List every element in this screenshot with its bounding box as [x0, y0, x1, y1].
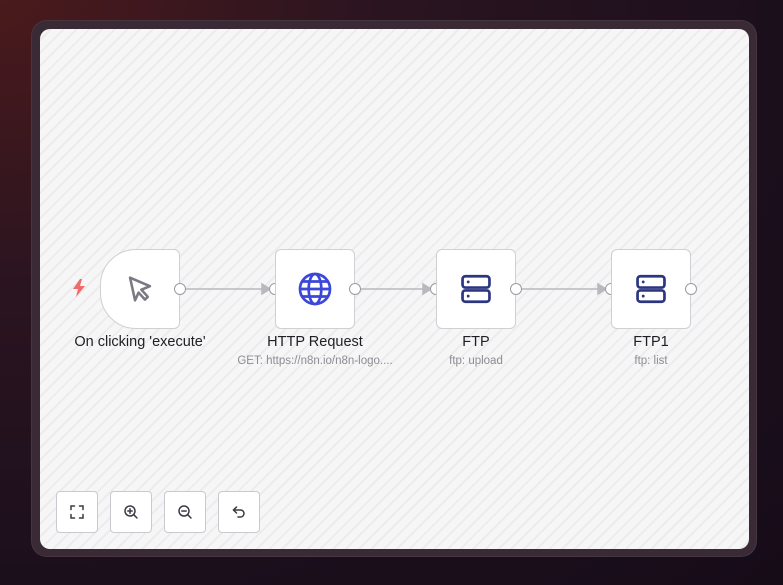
zoom-out-button[interactable] — [164, 491, 206, 533]
node-http-request[interactable] — [275, 249, 355, 329]
server-icon — [461, 274, 491, 304]
fit-view-button[interactable] — [56, 491, 98, 533]
node-manual-trigger[interactable] — [100, 249, 180, 329]
cursor-icon — [128, 276, 152, 302]
zoom-out-icon — [178, 505, 192, 519]
node-label: On clicking 'execute' — [74, 334, 206, 350]
node-label: FTP1 — [633, 334, 669, 350]
output-handle[interactable] — [349, 283, 361, 295]
node-subtitle: ftp: upload — [449, 355, 503, 367]
workflow-canvas[interactable]: On clicking 'execute' HTTP Request GET: … — [40, 29, 749, 549]
lightning-bolt-icon — [73, 279, 85, 297]
server-icon — [636, 274, 666, 304]
output-handle[interactable] — [174, 283, 186, 295]
reset-view-button[interactable] — [218, 491, 260, 533]
node-ftp[interactable] — [436, 249, 516, 329]
node-ftp1[interactable] — [611, 249, 691, 329]
output-handle[interactable] — [685, 283, 697, 295]
node-label: FTP — [462, 334, 490, 350]
zoom-in-button[interactable] — [110, 491, 152, 533]
output-handle[interactable] — [510, 283, 522, 295]
undo-icon — [232, 506, 245, 518]
fullscreen-icon — [70, 505, 84, 519]
zoom-in-icon — [124, 505, 138, 519]
node-subtitle: ftp: list — [634, 355, 668, 367]
globe-icon — [298, 272, 332, 306]
